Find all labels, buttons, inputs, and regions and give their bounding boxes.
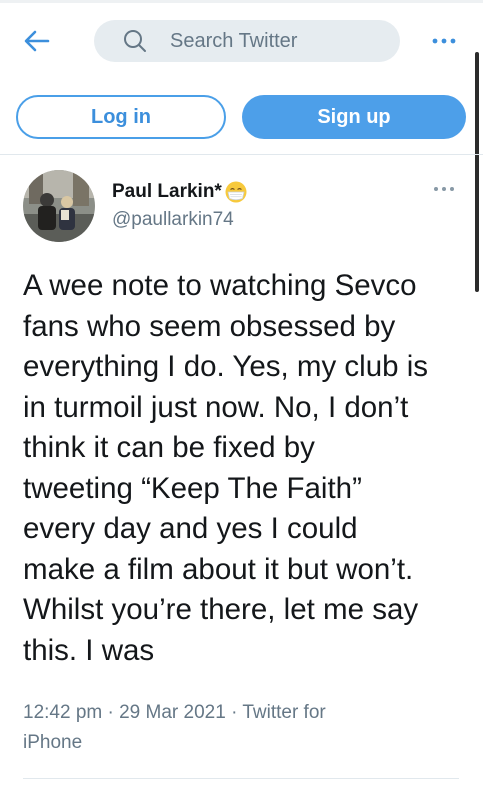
top-rule	[0, 0, 483, 3]
signup-button[interactable]: Sign up	[242, 95, 466, 139]
search-box[interactable]	[94, 20, 400, 62]
more-button[interactable]	[429, 31, 459, 51]
tweet-text-line: A wee note to watching Sevco	[23, 269, 417, 302]
divider	[0, 154, 483, 155]
search-input[interactable]	[168, 28, 392, 54]
login-button[interactable]: Log in	[16, 95, 226, 139]
tweet-text-line: this. I was	[23, 633, 155, 667]
tweet-text-line: in turmoil just now. No, I don’t	[23, 390, 409, 424]
tweet-meta-line: iPhone	[23, 732, 83, 753]
back-button[interactable]	[22, 26, 52, 56]
search-icon	[122, 28, 148, 54]
author-name[interactable]: Paul Larkin*	[112, 180, 248, 204]
tweet-text-line: fans who seem obsessed by	[23, 309, 396, 343]
arrow-left-icon	[24, 30, 50, 52]
tweet-page: Log in Sign up Paul Larkin* @paullark	[0, 0, 483, 800]
tweet-text-line: make a film about it but won’t.	[23, 552, 414, 586]
avatar[interactable]	[23, 170, 95, 242]
author-name-text: Paul Larkin*	[112, 181, 222, 202]
tweet-more-button[interactable]	[429, 182, 459, 196]
more-horizontal-icon	[432, 38, 456, 44]
bottom-divider	[23, 778, 459, 779]
author-handle[interactable]: @paullarkin74	[112, 209, 234, 231]
auth-row: Log in Sign up	[0, 95, 483, 139]
more-horizontal-icon	[434, 187, 454, 191]
scrollbar[interactable]	[475, 52, 479, 292]
tweet-text: A wee note to watching Sevco fans who se…	[23, 266, 468, 671]
tweet-text-line: everything I do. Yes, my club is	[23, 350, 429, 383]
face-with-medical-mask-icon	[225, 181, 247, 203]
tweet-timestamp[interactable]: 12:42 pm · 29 Mar 2021 · Twitter for iPh…	[23, 698, 463, 758]
tweet-text-line: every day and yes I could	[23, 512, 358, 545]
tweet-text-line: Whilst you’re there, let me say	[23, 593, 419, 626]
tweet-text-line: think it can be fixed by	[23, 431, 315, 464]
tweet-text-line: tweeting “Keep The Faith”	[23, 471, 362, 505]
header	[0, 18, 483, 64]
tweet-meta-line: 12:42 pm · 29 Mar 2021 · Twitter for	[23, 702, 326, 723]
